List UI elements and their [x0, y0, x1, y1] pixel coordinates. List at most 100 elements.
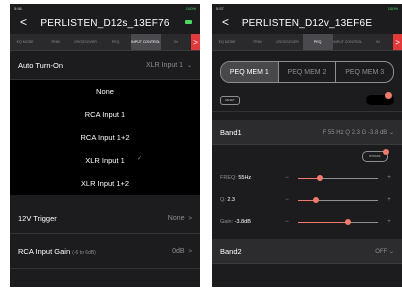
gain-slider[interactable]: [298, 218, 378, 225]
band1-summary: F 55 Hz Q 2.3 G -3.8 dB ⌄: [323, 129, 394, 136]
tab-crossover[interactable]: CROSSOVER: [70, 34, 100, 50]
peq-mem-1-button[interactable]: PEQ MEM 1: [221, 62, 278, 82]
gain-slider-fill: [298, 221, 348, 223]
tab-input-control[interactable]: INPUT CONTROL: [333, 34, 363, 50]
gain-title: RCA Input Gain: [18, 246, 71, 256]
q-value: 2.3: [227, 197, 235, 203]
title-bar: < PERLISTEN_D12s_13EF76: [10, 12, 200, 34]
trigger-row[interactable]: 12V Trigger None >: [10, 203, 200, 234]
chevron-down-icon: ⌄: [388, 248, 394, 255]
tab-bar: EQ MODE TRIM CROSSOVER PEQ INPUT CONTROL…: [212, 34, 402, 51]
option-xlr-input-1[interactable]: XLR Input 1 ✓: [10, 149, 200, 172]
status-time: 5:56: [14, 5, 22, 11]
gain-value: 0dB >: [172, 248, 192, 255]
freq-slider[interactable]: [298, 174, 378, 181]
peq-enable-toggle[interactable]: [366, 92, 394, 105]
battery-indicator: 100%: [185, 5, 196, 11]
gain-row[interactable]: RCA Input Gain (-6 to 6dB) 0dB >: [10, 234, 200, 269]
title-bar: < PERLISTEN_D12v_13EF6E: [212, 12, 402, 34]
peq-control-row: RESET: [212, 89, 402, 112]
tab-input-control[interactable]: INPUT CONTROL: [130, 34, 161, 50]
gain-label: RCA Input Gain (-6 to 6dB): [18, 247, 96, 256]
option-xlr-input-1-2[interactable]: XLR Input 1+2: [10, 172, 200, 195]
tab-peq[interactable]: PEQ: [302, 34, 333, 50]
battery-indicator: 100%: [387, 5, 398, 11]
status-bar: 5:57 100%: [212, 4, 402, 12]
status-bar: 5:56 100%: [10, 4, 200, 12]
option-rca-input-1[interactable]: RCA Input 1: [10, 103, 200, 126]
band2-value: OFF: [375, 248, 388, 255]
freq-slider-row: FREQ: 55Hz − +: [212, 167, 402, 189]
band2-summary: OFF ⌄: [375, 248, 394, 255]
freq-title: FREQ:: [220, 175, 237, 181]
band1-sliders: FREQ: 55Hz − + Q: 2.3 − + Gain: -3.8dB −…: [212, 167, 402, 233]
gain-slider-row: Gain: -3.8dB − +: [212, 211, 402, 233]
device-title: PERLISTEN_D12s_13EF76: [40, 17, 170, 29]
q-slider-handle[interactable]: [313, 196, 320, 203]
back-button[interactable]: <: [20, 15, 27, 29]
peq-mem-2-button[interactable]: PEQ MEM 2: [277, 62, 336, 82]
minus-icon[interactable]: −: [282, 175, 292, 181]
checkmark-icon: ✓: [137, 156, 143, 162]
tab-more[interactable]: IN: [363, 34, 393, 50]
device-title: PERLISTEN_D12v_13EF6E: [241, 17, 373, 29]
auto-turn-on-value: XLR Input 1 ⌄: [146, 62, 192, 69]
auto-turn-on-selected: XLR Input 1: [146, 61, 184, 69]
q-title: Q:: [220, 197, 226, 203]
freq-value: 55Hz: [238, 175, 252, 181]
band2-header[interactable]: Band2 OFF ⌄: [212, 239, 402, 264]
tab-more[interactable]: IN: [161, 34, 191, 50]
plus-icon[interactable]: +: [384, 197, 394, 203]
auto-turn-on-dropdown: None RCA Input 1 RCA Input 1+2 XLR Input…: [10, 80, 200, 195]
peq-mem-3-button[interactable]: PEQ MEM 3: [335, 62, 393, 82]
chevron-right-icon: >: [188, 215, 192, 222]
tab-crossover[interactable]: CROSSOVER: [272, 34, 302, 50]
tab-peq[interactable]: PEQ: [101, 34, 131, 50]
tab-trim[interactable]: TRIM: [40, 34, 70, 50]
minus-icon[interactable]: −: [282, 219, 292, 225]
gain-title: Gain:: [220, 219, 234, 225]
peq-memory-selector: PEQ MEM 1 PEQ MEM 2 PEQ MEM 3: [220, 61, 394, 83]
plus-icon[interactable]: +: [384, 219, 394, 225]
auto-turn-on-label: Auto Turn-On: [18, 60, 64, 70]
minus-icon[interactable]: −: [282, 197, 292, 203]
band1-values: F 55 Hz Q 2.3 G -3.8 dB: [322, 129, 388, 136]
tab-bar: EQ MODE TRIM CROSSOVER PEQ INPUT CONTROL…: [10, 34, 200, 51]
option-xlr-input-1-label: XLR Input 1: [85, 156, 125, 165]
option-rca-input-1-2[interactable]: RCA Input 1+2: [10, 126, 200, 149]
gain-value: -3.8dB: [234, 219, 251, 225]
trigger-selected: None: [167, 214, 185, 222]
plus-icon[interactable]: +: [384, 175, 394, 181]
gain-slider-handle[interactable]: [344, 218, 351, 225]
band2-label: Band2: [220, 246, 242, 256]
gain-label: Gain: -3.8dB: [220, 219, 282, 225]
band1-header[interactable]: Band1 F 55 Hz Q 2.3 G -3.8 dB ⌄: [212, 120, 402, 145]
chevron-down-icon: ⌄: [388, 129, 394, 136]
gain-range: (-6 to 6dB): [72, 249, 96, 256]
band1-bypass-label: BYPASS: [369, 154, 381, 158]
band1-bypass-toggle[interactable]: BYPASS: [362, 148, 389, 162]
q-slider[interactable]: [298, 196, 378, 203]
chevron-down-icon: ⌄: [186, 62, 192, 69]
freq-label: FREQ: 55Hz: [220, 175, 282, 181]
tab-scroll-right-icon[interactable]: >: [393, 34, 402, 50]
band1-label: Band1: [220, 127, 242, 137]
option-none[interactable]: None: [10, 80, 200, 103]
toggle-knob: [385, 92, 392, 99]
toggle-knob: [383, 148, 389, 155]
tab-trim[interactable]: TRIM: [242, 34, 272, 50]
reset-button[interactable]: RESET: [220, 95, 240, 105]
auto-turn-on-row[interactable]: Auto Turn-On XLR Input 1 ⌄: [10, 51, 200, 80]
freq-slider-handle[interactable]: [317, 174, 324, 181]
q-label: Q: 2.3: [220, 197, 282, 203]
status-time: 5:57: [216, 5, 224, 11]
trigger-value: None >: [168, 215, 192, 222]
tab-eq-mode[interactable]: EQ MODE: [10, 34, 40, 50]
tab-eq-mode[interactable]: EQ MODE: [212, 34, 242, 50]
back-button[interactable]: <: [222, 15, 229, 29]
trigger-label: 12V Trigger: [18, 213, 57, 223]
tab-scroll-right-icon[interactable]: >: [191, 34, 200, 50]
q-slider-row: Q: 2.3 − +: [212, 189, 402, 211]
gain-selected: 0dB: [172, 247, 185, 255]
